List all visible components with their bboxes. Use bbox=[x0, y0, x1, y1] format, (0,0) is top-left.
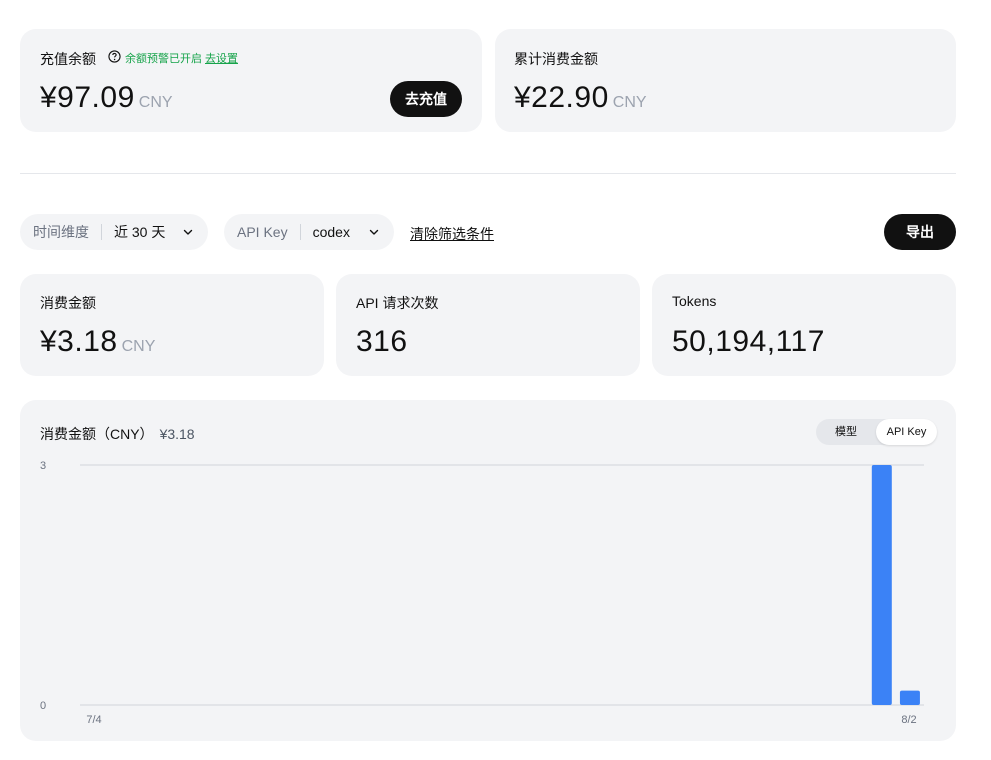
help-icon[interactable] bbox=[108, 50, 121, 63]
cumulative-spend-card: 累计消费金额 ¥22.90 CNY bbox=[495, 29, 956, 132]
stat-cost-label: 消费金额 bbox=[40, 295, 96, 311]
bar bbox=[899, 690, 920, 705]
time-range-label: 时间维度 bbox=[33, 224, 89, 240]
stat-tokens-label: Tokens bbox=[672, 293, 717, 309]
x-tick-label: 7/4 bbox=[86, 714, 101, 726]
y-tick-label: 0 bbox=[40, 700, 46, 712]
stat-cost-card: 消费金额 ¥3.18 CNY bbox=[20, 274, 324, 376]
stat-cost-row: ¥3.18 CNY bbox=[40, 325, 155, 359]
stat-requests-label: API 请求次数 bbox=[356, 295, 439, 311]
cumulative-spend-row: ¥22.90 CNY bbox=[514, 81, 647, 115]
bar bbox=[871, 465, 892, 705]
section-divider bbox=[20, 173, 956, 174]
api-key-filter-value: codex bbox=[312, 224, 350, 240]
recharge-button[interactable]: 去充值 bbox=[390, 81, 462, 117]
clear-filters-link[interactable]: 清除筛选条件 bbox=[410, 224, 494, 244]
chevron-down-icon bbox=[183, 229, 193, 235]
balance-amount-row: ¥97.09 CNY bbox=[40, 81, 173, 115]
time-range-value: 近 30 天 bbox=[114, 224, 166, 240]
balance-alert-text: 余额预警已开启 bbox=[125, 53, 202, 65]
stat-requests-value: 316 bbox=[356, 325, 408, 358]
stat-cost-unit: CNY bbox=[121, 338, 156, 355]
balance-unit: CNY bbox=[138, 94, 173, 111]
cumulative-spend-label: 累计消费金额 bbox=[514, 51, 598, 67]
cumulative-spend-unit: CNY bbox=[612, 94, 647, 111]
time-range-select[interactable]: 时间维度 近 30 天 bbox=[20, 214, 208, 250]
stat-cost-value: ¥3.18 bbox=[40, 325, 118, 358]
cost-bar-chart: 3 0 7/4 8/2 bbox=[40, 460, 924, 726]
export-button[interactable]: 导出 bbox=[884, 214, 956, 250]
x-tick-label: 8/2 bbox=[901, 714, 916, 726]
y-tick-label: 3 bbox=[40, 460, 46, 472]
cost-chart-card: 消费金额（CNY） ¥3.18 模型 API Key 3 0 7/4 8/2 bbox=[20, 400, 956, 741]
balance-label: 充值余额 bbox=[40, 51, 96, 67]
api-key-filter-label: API Key bbox=[237, 224, 288, 240]
chevron-down-icon bbox=[369, 229, 379, 235]
stat-requests-card: API 请求次数 316 bbox=[336, 274, 640, 376]
alert-settings-link[interactable]: 去设置 bbox=[205, 53, 238, 65]
balance-alert-status: 余额预警已开启 去设置 bbox=[125, 50, 238, 66]
stat-tokens-card: Tokens 50,194,117 bbox=[652, 274, 956, 376]
api-key-select[interactable]: API Key codex bbox=[224, 214, 394, 250]
balance-amount: ¥97.09 bbox=[40, 81, 135, 114]
balance-card: 充值余额 余额预警已开启 去设置 ¥97.09 CNY 去充值 bbox=[20, 29, 482, 132]
cumulative-spend-amount: ¥22.90 bbox=[514, 81, 609, 114]
stat-tokens-value: 50,194,117 bbox=[672, 325, 825, 358]
